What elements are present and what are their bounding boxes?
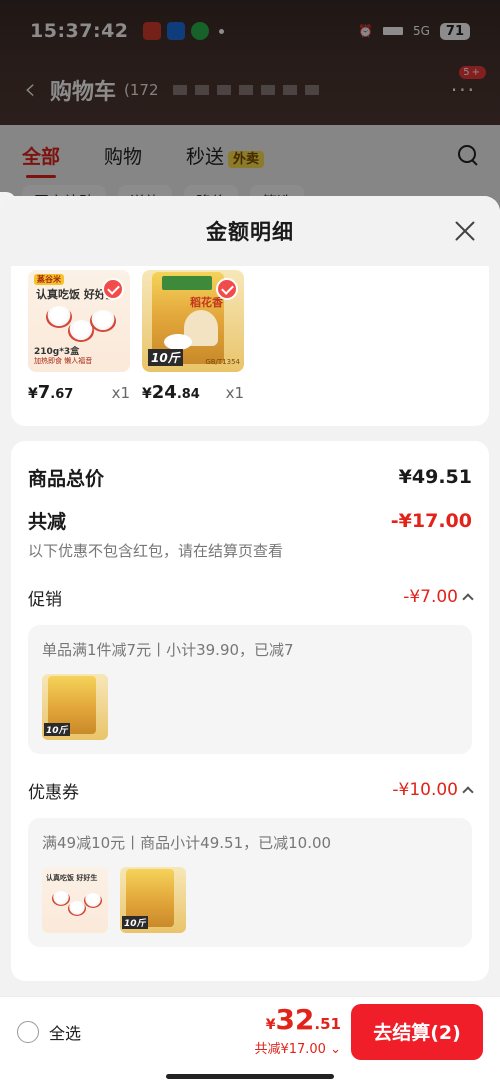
promo-detail-text: 单品满1件减7元丨小计39.90，已减7 (42, 641, 294, 659)
checkout-total[interactable]: ¥32.51 共减¥17.00 ⌄ (254, 1003, 341, 1058)
select-all-label: 全选 (49, 1023, 82, 1043)
product-thumbnail: 10斤 (42, 674, 108, 740)
promo-label: 促销 (28, 589, 62, 610)
product-list: 蒸谷米 认真吃饭 好好生 210g*3盒 加热即食 懒人福音 ¥7.67 x1 … (11, 266, 489, 426)
select-all[interactable]: 全选 (17, 1020, 81, 1044)
close-icon[interactable] (454, 220, 476, 242)
checkout-reduce: 共减¥17.00 ⌄ (254, 1042, 341, 1057)
weight-label: 10斤 (148, 349, 183, 366)
product-image-caption: 210g*3盒 加热即食 懒人福音 (34, 347, 93, 366)
product-thumbnail: 认真吃饭 好好生 (42, 867, 108, 933)
home-indicator[interactable] (166, 1074, 334, 1079)
check-icon (102, 278, 124, 300)
check-icon (216, 278, 238, 300)
reduce-label: 共减 (28, 511, 67, 533)
promo-row[interactable]: 促销 -¥7.00 (28, 583, 474, 611)
chevron-down-icon: ⌄ (330, 1042, 341, 1057)
rice-bowl-graphic (90, 310, 116, 332)
reduce-value: -¥17.00 (390, 509, 472, 532)
sheet-title: 金额明细 (206, 220, 294, 244)
total-label: 商品总价 (28, 467, 105, 490)
product-price: ¥24.84 (142, 382, 200, 403)
reduce-row: 共减 -¥17.00 (28, 507, 472, 534)
product-quantity: x1 (225, 384, 244, 402)
amount-detail-sheet: 金额明细 蒸谷米 认真吃饭 好好生 210g*3盒 加热即食 懒人福音 ¥7.6… (0, 196, 500, 996)
product-image: 稻花香 10斤 GB/T1354 (142, 270, 244, 372)
promo-detail: 单品满1件减7元丨小计39.90，已减7 10斤 (28, 625, 472, 754)
coupon-detail: 满49减10元丨商品小计49.51，已减10.00 认真吃饭 好好生 10斤 (28, 818, 472, 947)
chevron-up-icon (462, 593, 474, 605)
total-value: ¥49.51 (398, 466, 472, 488)
coupon-label: 优惠券 (28, 782, 79, 803)
coupon-row[interactable]: 优惠券 -¥10.00 (28, 776, 474, 804)
product-thumbnail: 10斤 (120, 867, 186, 933)
checkout-price: ¥32.51 (265, 1003, 341, 1036)
product-item[interactable]: 稻花香 10斤 GB/T1354 ¥24.84 x1 (142, 270, 244, 403)
coupon-value: -¥10.00 (392, 780, 474, 800)
product-image: 蒸谷米 认真吃饭 好好生 210g*3盒 加热即食 懒人福音 (28, 270, 130, 372)
coupon-detail-text: 满49减10元丨商品小计49.51，已减10.00 (42, 834, 332, 852)
discount-note: 以下优惠不包含红包，请在结算页查看 (28, 542, 284, 560)
standard-label: GB/T1354 (205, 358, 240, 366)
checkout-bar: 全选 ¥32.51 共减¥17.00 ⌄ 去结算(2) (0, 996, 500, 1066)
select-all-radio[interactable] (17, 1020, 39, 1043)
rice-bowl-graphic (46, 306, 72, 328)
rice-bowl-graphic (164, 334, 192, 350)
brand-logo: 蒸谷米 (34, 274, 64, 285)
product-item[interactable]: 蒸谷米 认真吃饭 好好生 210g*3盒 加热即食 懒人福音 ¥7.67 x1 (28, 270, 130, 403)
chevron-up-icon (462, 786, 474, 798)
total-row: 商品总价 ¥49.51 (28, 459, 472, 495)
product-quantity: x1 (111, 384, 130, 402)
checkout-button[interactable]: 去结算(2) (351, 1003, 483, 1060)
brand-logo (162, 276, 212, 290)
product-price: ¥7.67 (28, 382, 74, 403)
promo-value: -¥7.00 (403, 587, 474, 607)
sheet-header: 金额明细 (0, 196, 500, 266)
price-summary: 商品总价 ¥49.51 共减 -¥17.00 以下优惠不包含红包，请在结算页查看… (11, 441, 489, 981)
